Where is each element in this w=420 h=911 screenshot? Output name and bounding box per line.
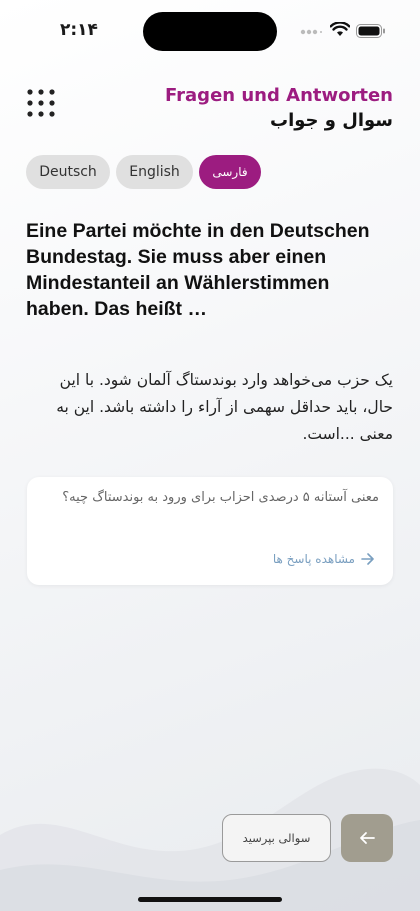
tab-english[interactable]: English	[116, 155, 193, 189]
arrow-right-icon	[361, 553, 374, 565]
tab-farsi[interactable]: فارسی	[199, 155, 261, 189]
cellular-signal-icon	[300, 29, 322, 35]
view-answers-label: مشاهده پاسخ ها	[272, 552, 355, 566]
related-question-text: معنی آستانه ۵ درصدی احزاب برای ورود به ب…	[62, 490, 379, 505]
battery-icon	[356, 24, 385, 38]
menu-grid-button[interactable]	[26, 88, 56, 118]
dynamic-island	[143, 12, 277, 51]
wifi-icon	[330, 22, 350, 36]
question-persian: یک حزب می‌خواهد وارد بوندستاگ آلمان شود.…	[56, 371, 393, 443]
status-time: ۲:۱۴	[60, 20, 98, 40]
arrow-left-icon	[360, 832, 375, 844]
tab-deutsch[interactable]: Deutsch	[26, 155, 110, 189]
back-button[interactable]	[341, 814, 393, 862]
title-german: Fragen und Antworten	[165, 85, 393, 106]
status-bar: ۲:۱۴	[0, 0, 420, 60]
related-question-card[interactable]: معنی آستانه ۵ درصدی احزاب برای ورود به ب…	[27, 477, 393, 585]
view-answers-link[interactable]: مشاهده پاسخ ها	[273, 552, 375, 566]
grid-icon	[27, 89, 55, 117]
title-persian: سوال و جواب	[269, 110, 393, 131]
ask-question-button[interactable]: سوالی بپرسید	[222, 814, 331, 862]
question-german: Eine Partei möchte in den Deutschen Bund…	[26, 220, 370, 320]
home-indicator	[138, 897, 282, 902]
page-title: Fragen und Antworten سوال و جواب	[165, 84, 393, 134]
